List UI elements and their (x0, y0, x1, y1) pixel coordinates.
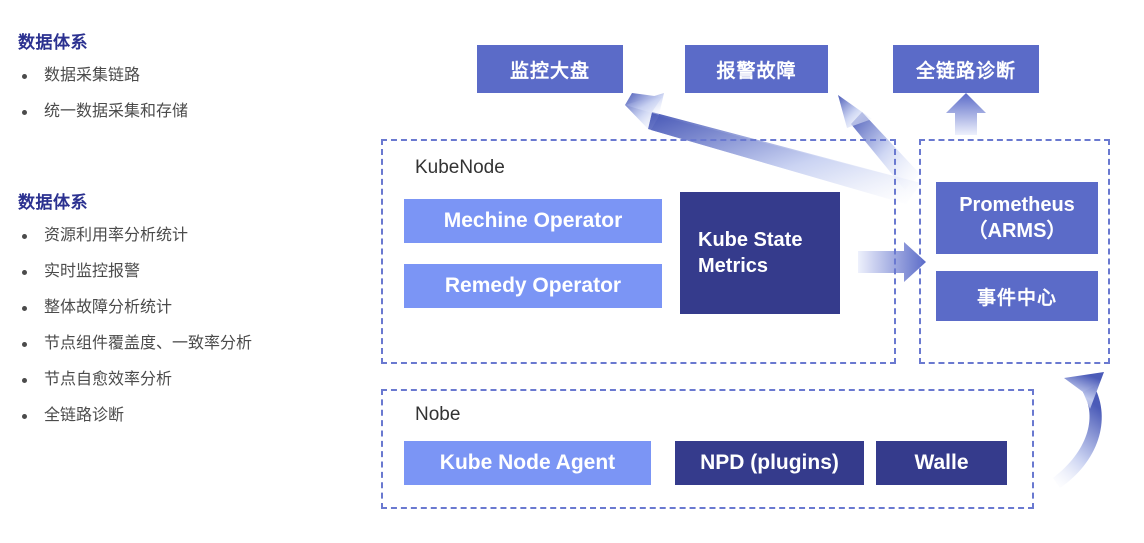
top-box-alert-fault[interactable]: 报警故障 (685, 45, 828, 93)
top-box-monitoring-dashboard[interactable]: 监控大盘 (477, 45, 623, 93)
list-item: 节点组件覆盖度、一致率分析 (18, 326, 252, 362)
list-item: 统一数据采集和存储 (18, 94, 188, 130)
top-box-full-link-diagnosis[interactable]: 全链路诊断 (893, 45, 1039, 93)
box-prometheus-line1: Prometheus (959, 194, 1075, 216)
list-item: 资源利用率分析统计 (18, 218, 252, 254)
list-item: 全链路诊断 (18, 398, 252, 434)
box-kube-state-metrics[interactable]: Kube State Metrics (680, 192, 840, 314)
box-walle[interactable]: Walle (876, 441, 1007, 485)
arrow-nobe-to-observability (1053, 372, 1104, 488)
box-remedy-operator[interactable]: Remedy Operator (404, 264, 662, 308)
box-event-center[interactable]: 事件中心 (936, 271, 1098, 321)
arrow-prometheus-to-full-link-diagnosis (946, 93, 986, 135)
diagram-canvas: 数据体系 数据采集链路 统一数据采集和存储 数据体系 资源利用率分析统计 实时监… (0, 0, 1144, 543)
sidebar: 数据体系 数据采集链路 统一数据采集和存储 数据体系 资源利用率分析统计 实时监… (0, 0, 370, 543)
box-npd-plugins[interactable]: NPD (plugins) (675, 441, 864, 485)
list-item: 节点自愈效率分析 (18, 362, 252, 398)
box-kube-node-agent[interactable]: Kube Node Agent (404, 441, 651, 485)
list-item: 实时监控报警 (18, 254, 252, 290)
list-item: 数据采集链路 (18, 58, 188, 94)
box-prometheus-line2: （ARMS） (967, 220, 1067, 242)
nobe-title: Nobe (415, 404, 461, 425)
section2-title: 数据体系 (18, 193, 88, 212)
box-mechine-operator[interactable]: Mechine Operator (404, 199, 662, 243)
list-item: 整体故障分析统计 (18, 290, 252, 326)
kubenode-title: KubeNode (415, 157, 505, 178)
section2-list: 资源利用率分析统计 实时监控报警 整体故障分析统计 节点组件覆盖度、一致率分析 … (18, 218, 252, 434)
section1-title: 数据体系 (18, 33, 88, 52)
box-prometheus-arms[interactable]: Prometheus （ARMS） (936, 182, 1098, 254)
section1-list: 数据采集链路 统一数据采集和存储 (18, 58, 188, 130)
